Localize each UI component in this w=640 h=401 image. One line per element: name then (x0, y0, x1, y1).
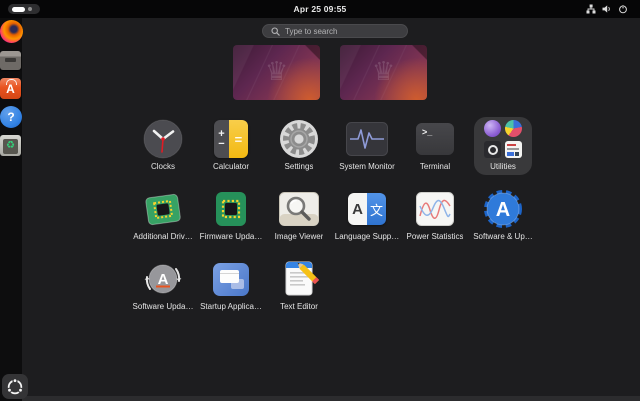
app-terminal[interactable]: >_ Terminal (401, 119, 469, 175)
system-monitor-icon (346, 122, 388, 156)
app-label: Calculator (213, 162, 249, 171)
app-additional-drivers[interactable]: Additional Driv… (129, 189, 197, 245)
trash-icon: ♻ (0, 135, 21, 156)
software-updater-icon: A (143, 259, 183, 299)
workspace-pill-active (12, 7, 25, 12)
app-label: Startup Applica… (200, 302, 262, 311)
ubuntu-software-icon: A (0, 78, 21, 99)
app-grid: Clocks +− = Calculator (129, 119, 539, 329)
app-startup-applications[interactable]: Startup Applica… (197, 259, 265, 315)
software-updates-gear-icon: A (483, 189, 523, 229)
utilities-folder-icon (484, 120, 522, 158)
firmware-updater-icon (211, 189, 251, 229)
app-power-statistics[interactable]: Power Statistics (401, 189, 469, 245)
svg-text:A: A (496, 199, 510, 221)
dock-item-ubuntu-software[interactable]: A (0, 77, 24, 101)
app-software-updater[interactable]: A Software Upda… (129, 259, 197, 315)
search-bar[interactable]: Type to search (262, 24, 408, 38)
app-label: Language Supp… (335, 232, 400, 241)
clock-date[interactable]: Apr 25 09:55 (286, 2, 355, 16)
app-grid-row-2: Additional Driv… Firmware Upda… (129, 189, 539, 245)
app-label: Additional Driv… (133, 232, 193, 241)
workspace-pill-dot (28, 7, 32, 11)
app-label: System Monitor (339, 162, 395, 171)
dock-item-trash[interactable]: ♻ (0, 134, 24, 158)
activities-workspace-indicator[interactable] (8, 4, 40, 14)
gnome-activities-overview: Apr 25 09:55 A ? (0, 0, 640, 401)
search-placeholder: Type to search (285, 27, 337, 36)
power-icon (618, 4, 628, 14)
text-editor-icon (279, 260, 319, 298)
additional-drivers-icon (143, 189, 183, 229)
app-grid-row-1: Clocks +− = Calculator (129, 119, 539, 175)
files-icon (0, 51, 21, 70)
wallpaper-emblem: ♛ (265, 56, 288, 86)
dock-item-files[interactable] (0, 49, 24, 73)
network-icon (586, 4, 596, 14)
app-label: Image Viewer (275, 232, 324, 241)
settings-gear-icon (279, 119, 319, 159)
volume-icon (602, 4, 612, 14)
tweaks-sphere-icon (484, 120, 501, 137)
power-statistics-icon (416, 192, 454, 226)
wallpaper-emblem: ♛ (372, 56, 395, 86)
svg-text:A: A (158, 271, 169, 288)
app-image-viewer[interactable]: Image Viewer (265, 189, 333, 245)
app-text-editor[interactable]: Text Editor (265, 259, 333, 315)
app-label: Software & Up… (473, 232, 533, 241)
help-icon: ? (0, 106, 22, 128)
app-folder-utilities[interactable]: Utilities (469, 119, 537, 175)
calculator-icon: +− = (214, 120, 248, 158)
dock-item-help[interactable]: ? (0, 106, 24, 130)
image-viewer-icon (279, 192, 319, 226)
app-label: Utilities (490, 162, 516, 171)
dash-strip (0, 18, 22, 401)
app-label: Text Editor (280, 302, 318, 311)
disks-icon (484, 141, 501, 158)
app-system-monitor[interactable]: System Monitor (333, 119, 401, 175)
app-label: Clocks (151, 162, 175, 171)
top-bar: Apr 25 09:55 (0, 0, 640, 18)
disk-usage-pie-icon (505, 120, 522, 137)
app-grid-row-3: A Software Upda… S (129, 259, 539, 315)
firefox-icon (0, 20, 23, 43)
app-language-support[interactable]: A 文 Language Supp… (333, 189, 401, 245)
app-label: Power Statistics (407, 232, 464, 241)
app-label: Terminal (420, 162, 450, 171)
app-software-and-updates[interactable]: A Software & Up… (469, 189, 537, 245)
terminal-icon: >_ (416, 123, 454, 155)
ubuntu-logo-icon (2, 374, 28, 400)
app-firmware-updater[interactable]: Firmware Upda… (197, 189, 265, 245)
app-clocks[interactable]: Clocks (129, 119, 197, 175)
app-label: Settings (285, 162, 314, 171)
startup-applications-icon (213, 263, 249, 296)
app-settings[interactable]: Settings (265, 119, 333, 175)
workspace-thumbnail-1[interactable]: ♛ (233, 45, 320, 100)
search-icon (271, 27, 280, 36)
language-support-icon: A 文 (348, 193, 386, 225)
show-applications-button[interactable] (2, 374, 28, 399)
app-calculator[interactable]: +− = Calculator (197, 119, 265, 175)
app-label: Firmware Upda… (200, 232, 263, 241)
character-map-icon (505, 141, 522, 158)
system-status-area[interactable] (582, 2, 632, 16)
clocks-icon (143, 119, 183, 159)
app-label: Software Upda… (133, 302, 194, 311)
desktop-edge (22, 396, 640, 401)
workspace-thumbnail-2[interactable]: ♛ (340, 45, 427, 100)
dock-item-firefox[interactable] (0, 20, 24, 44)
